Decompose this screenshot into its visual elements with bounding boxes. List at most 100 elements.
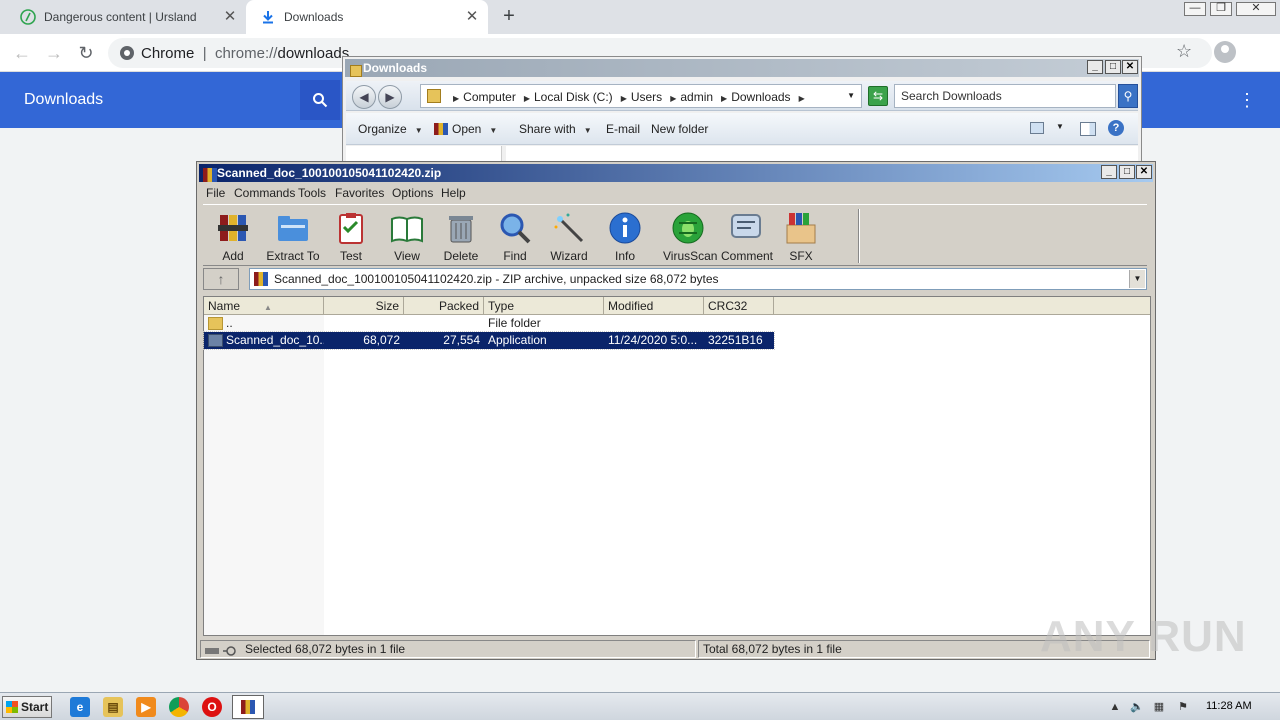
add-button[interactable]: Add (213, 207, 253, 265)
explorer-titlebar[interactable]: Downloads (345, 59, 1139, 77)
share-with-label: Share with (519, 122, 576, 136)
forward-button[interactable]: → (42, 41, 66, 65)
new-folder-button[interactable]: New folder (651, 122, 708, 136)
tab-close-icon[interactable]: ✕ (222, 9, 238, 25)
open-label: Open (452, 122, 482, 136)
breadcrumb-item[interactable]: Users (631, 90, 662, 104)
wizard-button[interactable]: Wizard (549, 207, 589, 265)
volume-icon[interactable]: 🔈 (1130, 700, 1144, 714)
minimize-button[interactable]: _ (1101, 165, 1117, 179)
column-header-type[interactable]: Type (484, 297, 604, 315)
column-header-name[interactable]: Name ▲ (204, 297, 324, 315)
column-header-crc32[interactable]: CRC32 (704, 297, 774, 315)
column-header-packed[interactable]: Packed (404, 297, 484, 315)
forward-button[interactable]: ▶ (378, 85, 402, 109)
virusscan-button[interactable]: VirusScan (663, 207, 717, 265)
extract-to-button[interactable]: Extract To (265, 207, 321, 265)
menu-commands[interactable]: Commands (234, 186, 295, 200)
email-button[interactable]: E-mail (606, 122, 640, 136)
up-one-level-button[interactable]: ↑ (203, 268, 239, 290)
organize-menu[interactable]: Organize ▼ (358, 122, 423, 136)
explorer-navbar: ◀ ▶ ▶ Computer ▶ Local Disk (C:) ▶ Users ▶ admi… (346, 81, 1138, 111)
start-button[interactable]: Start (2, 696, 52, 718)
address-bar[interactable]: ▶ Computer ▶ Local Disk (C:) ▶ Users ▶ admin ▶ Do… (420, 84, 862, 108)
menu-tools[interactable]: Tools (298, 186, 326, 200)
view-icon[interactable] (1030, 122, 1044, 134)
breadcrumb-item[interactable]: Local Disk (C:) (534, 90, 613, 104)
opera-icon[interactable]: O (202, 697, 222, 717)
winrar-taskbar-button[interactable] (232, 695, 264, 719)
list-item-selected[interactable]: Scanned_doc_10... 68,072 27,554 Applicat… (203, 331, 775, 350)
maximize-button[interactable]: □ (1119, 165, 1135, 179)
view-label: View (394, 249, 420, 263)
view-dropdown-icon[interactable]: ▼ (1056, 122, 1064, 131)
start-label: Start (21, 700, 49, 714)
close-window-button[interactable]: ✕ (1236, 2, 1276, 16)
breadcrumb-item[interactable]: Computer (463, 90, 516, 104)
address-text: Chrome | chrome://downloads (141, 45, 349, 62)
internet-explorer-icon[interactable]: e (70, 697, 90, 717)
bookmark-star-icon[interactable]: ☆ (1176, 41, 1192, 62)
status-left-text: Selected 68,072 bytes in 1 file (245, 642, 406, 656)
new-tab-button[interactable]: + (498, 5, 520, 27)
column-header-size[interactable]: Size (324, 297, 404, 315)
minimize-button[interactable]: — (1184, 2, 1206, 16)
close-button[interactable]: ✕ (1122, 60, 1138, 74)
tab-dangerous-content[interactable]: Dangerous content | Ursland ✕ (10, 0, 246, 34)
taskbar: Start e ▤ ▶ O ▲ 🔈 ▦ ⚑ 11:28 AM (0, 692, 1280, 720)
more-menu-icon[interactable]: ⋮ (1238, 88, 1256, 112)
cell-type: Application (488, 333, 547, 347)
preview-pane-icon[interactable] (1080, 122, 1096, 136)
reload-button[interactable]: ↻ (74, 41, 98, 65)
winrar-titlebar[interactable]: Scanned_doc_100100105041102420.zip (199, 164, 1153, 182)
minimize-button[interactable]: _ (1087, 60, 1103, 74)
info-button[interactable]: Info (607, 207, 643, 265)
back-button[interactable]: ← (10, 41, 34, 65)
book-view-icon (391, 216, 423, 243)
menu-help[interactable]: Help (441, 186, 466, 200)
search-input[interactable]: Search Downloads (894, 84, 1116, 108)
list-item[interactable]: .. File folder (204, 315, 774, 332)
open-menu[interactable]: Open ▼ (434, 122, 497, 136)
file-explorer-icon[interactable]: ▤ (103, 697, 123, 717)
column-header-modified[interactable]: Modified (604, 297, 704, 315)
menu-file[interactable]: File (206, 186, 225, 200)
magnifier-icon (500, 213, 531, 244)
restore-button[interactable]: ❐ (1210, 2, 1232, 16)
find-button[interactable]: Find (497, 207, 533, 265)
address-dropdown-icon[interactable]: ▼ (847, 91, 855, 100)
trash-icon (449, 216, 473, 243)
test-clipboard-icon (339, 213, 363, 244)
close-button[interactable]: ✕ (1136, 165, 1152, 179)
test-button[interactable]: Test (331, 207, 371, 265)
refresh-icon[interactable]: ⇆ (868, 86, 888, 106)
network-icon[interactable]: ▦ (1152, 700, 1166, 714)
tab-downloads[interactable]: Downloads ✕ (246, 0, 488, 34)
share-with-menu[interactable]: Share with ▼ (519, 122, 592, 136)
chevron-down-icon[interactable]: ▼ (1129, 270, 1145, 288)
menu-favorites[interactable]: Favorites (335, 186, 384, 200)
view-button[interactable]: View (385, 207, 429, 265)
folder-extract-icon (278, 216, 308, 241)
chrome-icon[interactable] (169, 697, 189, 717)
action-center-flag-icon[interactable]: ⚑ (1176, 700, 1190, 714)
help-icon[interactable]: ? (1108, 120, 1124, 136)
back-button[interactable]: ◀ (352, 85, 376, 109)
media-player-icon[interactable]: ▶ (136, 697, 156, 717)
show-hidden-icons-icon[interactable]: ▲ (1108, 700, 1122, 714)
menu-options[interactable]: Options (392, 186, 433, 200)
search-icon[interactable]: ⚲ (1118, 84, 1138, 108)
search-icon[interactable] (300, 80, 340, 120)
delete-button[interactable]: Delete (441, 207, 481, 265)
tab-close-icon[interactable]: ✕ (464, 9, 480, 25)
sfx-button[interactable]: SFX (781, 207, 821, 265)
breadcrumb-item[interactable]: admin (680, 90, 713, 104)
comment-button[interactable]: Comment (721, 207, 773, 265)
breadcrumb: ▶ Computer ▶ Local Disk (C:) ▶ Users ▶ admin ▶ Do… (453, 90, 805, 104)
maximize-button[interactable]: □ (1105, 60, 1121, 74)
profile-avatar-icon[interactable] (1214, 41, 1236, 63)
archive-path-combo[interactable]: Scanned_doc_100100105041102420.zip - ZIP… (249, 268, 1147, 290)
windows-logo-icon (6, 701, 18, 713)
breadcrumb-item[interactable]: Downloads (731, 90, 790, 104)
clock[interactable]: 11:28 AM (1206, 700, 1252, 712)
